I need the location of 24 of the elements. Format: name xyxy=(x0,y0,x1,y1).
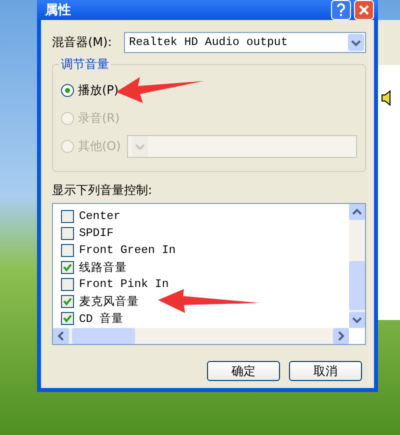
help-icon[interactable] xyxy=(331,0,351,20)
vertical-scrollbar[interactable] xyxy=(349,204,365,328)
checkbox[interactable]: Center xyxy=(61,208,349,225)
checkbox[interactable]: Front Green In xyxy=(61,242,349,259)
scroll-down-icon[interactable] xyxy=(349,312,365,328)
controls-label: 显示下列音量控制: xyxy=(52,182,154,199)
dialog-button[interactable]: 确定 xyxy=(207,361,280,381)
checkbox[interactable]: CD 音量 xyxy=(61,310,349,327)
check-icon xyxy=(63,263,72,272)
radio-button[interactable]: 播放(P) xyxy=(61,82,123,98)
scroll-left-icon[interactable] xyxy=(53,328,69,344)
mixer-label: 混音器(M): xyxy=(52,34,112,51)
dialog-button[interactable]: 取消 xyxy=(289,361,362,381)
window-title: 属性 xyxy=(45,2,71,19)
scroll-right-icon[interactable] xyxy=(333,328,349,344)
close-icon[interactable] xyxy=(354,0,374,20)
checkbox[interactable]: 麦克风音量 xyxy=(61,293,349,310)
horizontal-scrollbar[interactable] xyxy=(53,328,349,344)
speaker-icon xyxy=(381,90,393,106)
checkbox[interactable]: SPDIF xyxy=(61,225,349,242)
checkbox[interactable]: Front Pink In xyxy=(61,276,349,293)
scroll-up-icon[interactable] xyxy=(349,204,365,220)
checkbox[interactable]: 线路音量 xyxy=(61,259,349,276)
mixer-dropdown[interactable]: Realtek HD Audio output xyxy=(124,32,366,53)
